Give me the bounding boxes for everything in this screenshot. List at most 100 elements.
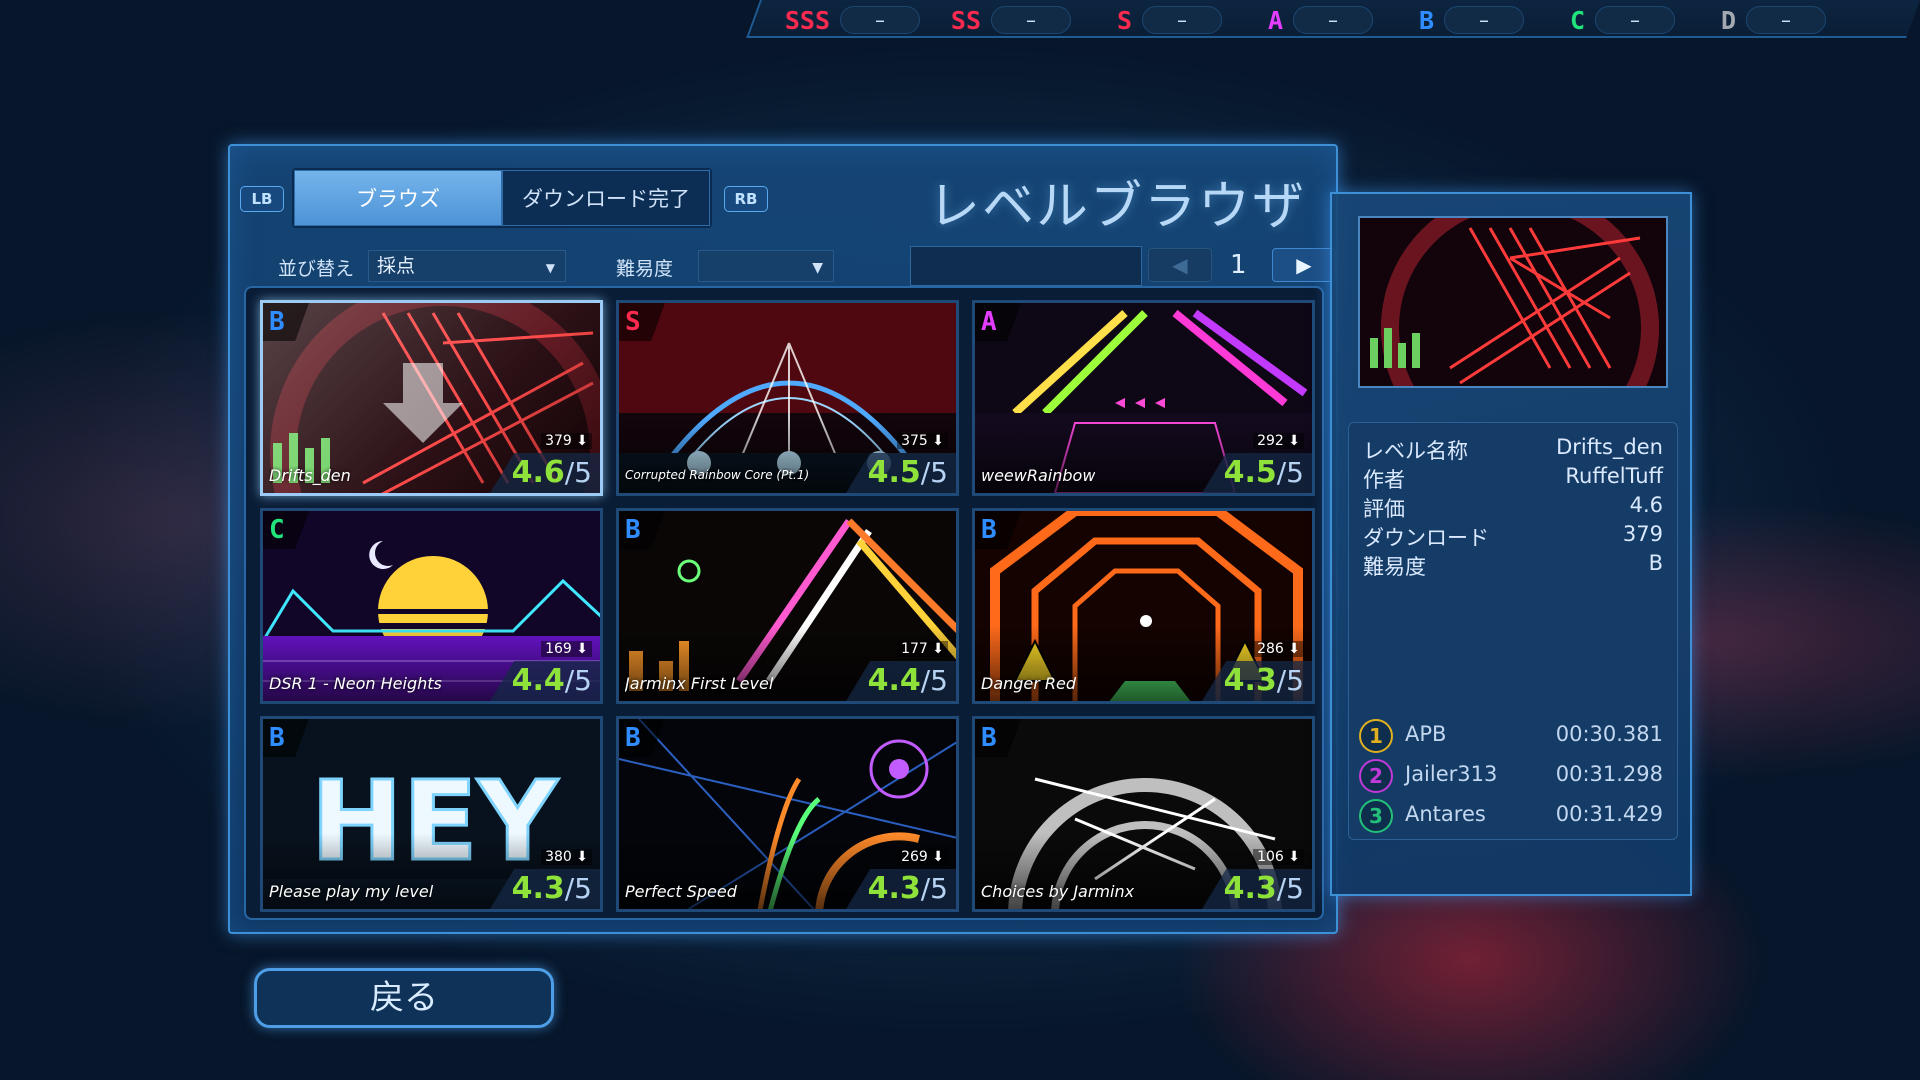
leaderboard-row: 3 Antares 00:31.429 bbox=[1359, 799, 1663, 835]
level-card[interactable]: A 292 ⬇ weewRainbow 4.5/5 bbox=[972, 300, 1315, 496]
tab-bar: ブラウズ ダウンロード完了 bbox=[292, 168, 712, 228]
difficulty-label: 難易度 bbox=[616, 258, 674, 280]
download-count-value: 269 bbox=[901, 849, 928, 865]
page-number: 1 bbox=[1230, 250, 1247, 280]
tab-browse[interactable]: ブラウズ bbox=[294, 170, 502, 226]
rating-denominator: /5 bbox=[1276, 456, 1304, 489]
level-name: DSR 1 - Neon Heights bbox=[269, 674, 442, 693]
rank-item: S – bbox=[1082, 3, 1233, 37]
rating-denominator: /5 bbox=[920, 456, 948, 489]
rank-item: SS – bbox=[931, 3, 1082, 37]
download-icon: ⬇ bbox=[1288, 849, 1300, 865]
download-count-value: 380 bbox=[545, 849, 572, 865]
level-name: Corrupted Rainbow Core (Pt.1) bbox=[625, 468, 810, 482]
download-count: 286 ⬇ bbox=[1253, 641, 1304, 657]
info-key: ダウンロード bbox=[1363, 526, 1489, 550]
rating-denominator: /5 bbox=[1276, 664, 1304, 697]
rank-item: B – bbox=[1384, 3, 1535, 37]
download-icon: ⬇ bbox=[932, 641, 944, 657]
rank-item: SSS – bbox=[780, 3, 931, 37]
download-count: 269 ⬇ bbox=[897, 849, 948, 865]
rank-count: – bbox=[1746, 6, 1826, 34]
info-key: 評価 bbox=[1363, 497, 1405, 521]
info-key: 難易度 bbox=[1363, 555, 1426, 579]
player-name: APB bbox=[1405, 722, 1447, 746]
info-value: RuffelTuff bbox=[1565, 464, 1663, 488]
player-time: 00:31.429 bbox=[1555, 802, 1663, 826]
rating-value: 4.6 bbox=[511, 455, 565, 490]
search-input[interactable] bbox=[910, 246, 1142, 286]
info-value: Drifts_den bbox=[1556, 435, 1663, 459]
download-icon: ⬇ bbox=[932, 433, 944, 449]
rb-bumper-button[interactable]: RB bbox=[724, 186, 768, 212]
back-button[interactable]: 戻る bbox=[254, 968, 554, 1028]
next-page-button[interactable]: ▶ bbox=[1272, 248, 1336, 282]
rating-value: 4.4 bbox=[867, 663, 921, 698]
sort-dropdown[interactable]: 採点 ▼ bbox=[368, 250, 566, 282]
info-value: 379 bbox=[1622, 522, 1663, 546]
rank-item: A – bbox=[1233, 3, 1384, 37]
rating-denominator: /5 bbox=[564, 664, 592, 697]
rank-letter: SS bbox=[950, 5, 981, 35]
info-row: レベル名称 Drifts_den bbox=[1363, 435, 1663, 463]
level-card[interactable]: B 177 ⬇ Jarminx First Level 4.4/5 bbox=[616, 508, 959, 704]
rank-letter: C bbox=[1569, 5, 1585, 35]
download-count: 177 ⬇ bbox=[897, 641, 948, 657]
rank-summary: SSS – SS – S – A – B – C – D – bbox=[780, 3, 1837, 37]
level-card[interactable]: B 286 ⬇ Danger Red 4.3/5 bbox=[972, 508, 1315, 704]
tab-downloaded[interactable]: ダウンロード完了 bbox=[502, 170, 710, 226]
difficulty-dropdown[interactable]: ▼ bbox=[698, 250, 834, 282]
info-key: レベル名称 bbox=[1363, 439, 1468, 463]
download-icon: ⬇ bbox=[576, 433, 588, 449]
level-grid-frame: B 379 ⬇ Drifts_den 4.6/5 S 375 ⬇ Corrupt… bbox=[244, 286, 1324, 920]
level-info-box: レベル名称 Drifts_den 作者 RuffelTuff 評価 4.6 ダウンロード 37… bbox=[1348, 422, 1678, 840]
level-card[interactable]: B 269 ⬇ Perfect Speed 4.3/5 bbox=[616, 716, 959, 912]
rank-letter: A bbox=[1267, 5, 1283, 35]
rank-letter: B bbox=[1418, 5, 1434, 35]
triangle-left-icon: ◀ bbox=[1172, 253, 1188, 277]
level-name: Please play my level bbox=[269, 882, 434, 901]
download-count: 169 ⬇ bbox=[541, 641, 592, 657]
download-count-value: 286 bbox=[1257, 641, 1284, 657]
download-icon: ⬇ bbox=[576, 641, 588, 657]
leaderboard-row: 1 APB 00:30.381 bbox=[1359, 719, 1663, 755]
rating-denominator: /5 bbox=[920, 664, 948, 697]
level-card[interactable]: S 375 ⬇ Corrupted Rainbow Core (Pt.1) 4.… bbox=[616, 300, 959, 496]
rank-letter: SSS bbox=[784, 5, 830, 35]
triangle-right-icon: ▶ bbox=[1296, 253, 1312, 277]
download-count-value: 379 bbox=[545, 433, 572, 449]
level-grid: B 379 ⬇ Drifts_den 4.6/5 S 375 ⬇ Corrupt… bbox=[260, 300, 1315, 912]
rank-medal-icon: 1 bbox=[1359, 719, 1393, 753]
level-card[interactable]: B 106 ⬇ Choices by Jarminx 4.3/5 bbox=[972, 716, 1315, 912]
download-count-value: 292 bbox=[1257, 433, 1284, 449]
download-icon: ⬇ bbox=[576, 849, 588, 865]
level-name: Danger Red bbox=[981, 674, 1077, 693]
level-card[interactable]: C 169 ⬇ DSR 1 - Neon Heights 4.4/5 bbox=[260, 508, 603, 704]
rating-value: 4.3 bbox=[867, 871, 921, 906]
rating-value: 4.4 bbox=[511, 663, 565, 698]
rank-item: D – bbox=[1686, 3, 1837, 37]
download-count-value: 177 bbox=[901, 641, 928, 657]
level-card[interactable]: B 379 ⬇ Drifts_den 4.6/5 bbox=[260, 300, 603, 496]
download-count-value: 375 bbox=[901, 433, 928, 449]
rank-count: – bbox=[840, 6, 920, 34]
rank-item: C – bbox=[1535, 3, 1686, 37]
info-row: 作者 RuffelTuff bbox=[1363, 464, 1663, 492]
rank-count: – bbox=[1142, 6, 1222, 34]
rating-value: 4.3 bbox=[1223, 871, 1277, 906]
leaderboard-row: 2 Jailer313 00:31.298 bbox=[1359, 759, 1663, 795]
level-name: Jarminx First Level bbox=[625, 674, 774, 693]
level-card[interactable]: HEY B 380 ⬇ Please play my level 4.3/5 bbox=[260, 716, 603, 912]
player-name: Antares bbox=[1405, 802, 1486, 826]
rank-count: – bbox=[1444, 6, 1524, 34]
download-count-value: 106 bbox=[1257, 849, 1284, 865]
lb-bumper-button[interactable]: LB bbox=[240, 186, 284, 212]
level-detail-panel: レベル名称 Drifts_den 作者 RuffelTuff 評価 4.6 ダウンロード 37… bbox=[1330, 192, 1692, 896]
rating-value: 4.3 bbox=[511, 871, 565, 906]
info-key: 作者 bbox=[1363, 468, 1405, 492]
download-count: 380 ⬇ bbox=[541, 849, 592, 865]
rank-count: – bbox=[991, 6, 1071, 34]
prev-page-button[interactable]: ◀ bbox=[1148, 248, 1212, 282]
rating-value: 4.5 bbox=[867, 455, 921, 490]
chevron-down-icon: ▼ bbox=[812, 260, 823, 276]
